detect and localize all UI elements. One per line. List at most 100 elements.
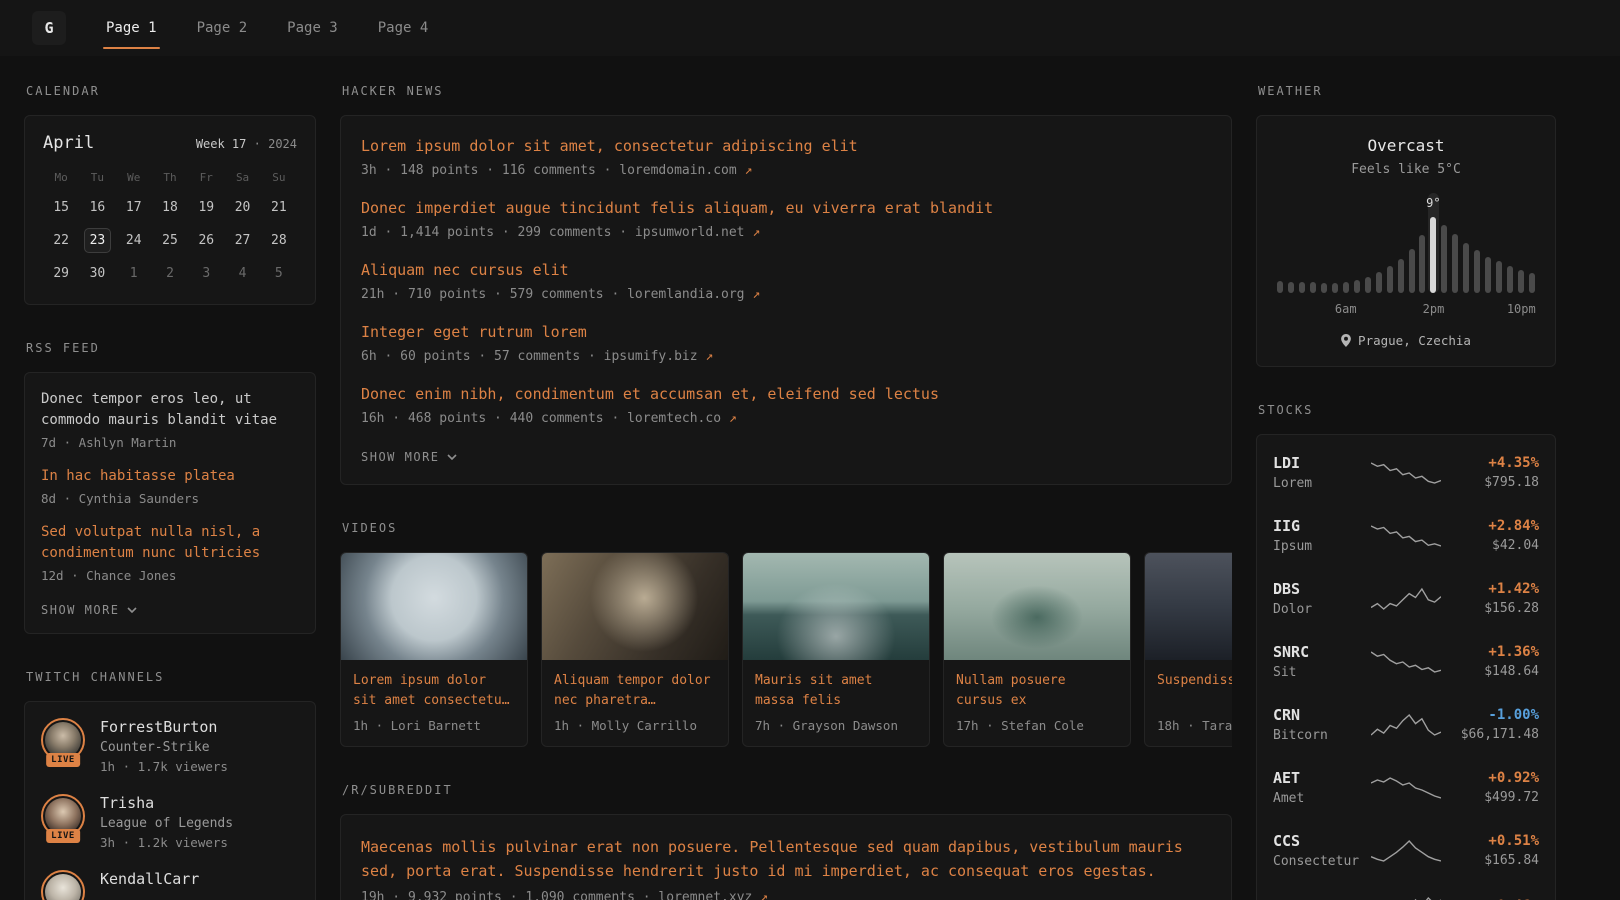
stock-row[interactable]: AHS +0.46% bbox=[1273, 882, 1539, 900]
calendar-day: 29 bbox=[48, 261, 75, 286]
calendar-day-header: Tu bbox=[91, 169, 104, 187]
calendar-day: 21 bbox=[265, 195, 292, 220]
stock-sparkline bbox=[1371, 586, 1441, 612]
hn-title-link[interactable]: Lorem ipsum dolor sit amet, consectetur … bbox=[361, 136, 1211, 157]
weather-condition: Overcast bbox=[1275, 136, 1537, 155]
weather-bar-column: 9° bbox=[1428, 193, 1439, 293]
video-card[interactable]: Lorem ipsum dolor sit amet consectetu… 1… bbox=[340, 552, 528, 747]
rss-item-link[interactable]: In hac habitasse platea bbox=[41, 466, 299, 487]
hn-title-link[interactable]: Integer eget rutrum lorem bbox=[361, 322, 1211, 343]
hn-title-link[interactable]: Donec enim nibh, condimentum et accumsan… bbox=[361, 384, 1211, 405]
calendar-separator: · bbox=[254, 137, 261, 151]
stocks-widget: STOCKS LDI Lorem +4.35% $795.18 IIG bbox=[1256, 403, 1556, 900]
video-meta: 17h · Stefan Cole bbox=[956, 718, 1118, 733]
stock-id: IIG Ipsum bbox=[1273, 517, 1371, 554]
calendar-day: 24 bbox=[120, 228, 147, 253]
page-tabs: Page 1 Page 2 Page 3 Page 4 bbox=[106, 20, 428, 36]
stock-row[interactable]: CCS Consectetur +0.51% $165.84 bbox=[1273, 819, 1539, 882]
tab-page-3[interactable]: Page 3 bbox=[287, 20, 338, 36]
stock-row[interactable]: DBS Dolor +1.42% $156.28 bbox=[1273, 567, 1539, 630]
twitch-channel-name[interactable]: Trisha bbox=[100, 794, 233, 812]
calendar-month: April bbox=[43, 133, 94, 153]
stock-values: +1.42% $156.28 bbox=[1441, 581, 1539, 616]
stock-row[interactable]: IIG Ipsum +2.84% $42.04 bbox=[1273, 504, 1539, 567]
rss-item-meta: 12d · Chance Jones bbox=[41, 568, 299, 583]
weather-temp-bar bbox=[1430, 217, 1436, 293]
weather-temp-bar bbox=[1376, 272, 1382, 293]
calendar-day: 20 bbox=[229, 195, 256, 220]
video-meta: 1h · Molly Carrillo bbox=[554, 718, 716, 733]
calendar-day: 16 bbox=[84, 195, 111, 220]
weather-temp-bar bbox=[1409, 249, 1415, 293]
twitch-channel[interactable]: LIVE ForrestBurton Counter-Strike 1h · 1… bbox=[41, 718, 299, 774]
stock-change: +0.51% bbox=[1441, 833, 1539, 849]
weather-temp-bar bbox=[1310, 282, 1316, 293]
hn-show-more-button[interactable]: SHOW MORE bbox=[361, 446, 457, 464]
hn-item: Donec enim nibh, condimentum et accumsan… bbox=[361, 384, 1211, 426]
rss-item: Donec tempor eros leo, ut commodo mauris… bbox=[41, 389, 299, 450]
calendar-section-title: CALENDAR bbox=[26, 84, 316, 98]
stock-row[interactable]: SNRC Sit +1.36% $148.64 bbox=[1273, 630, 1539, 693]
stock-change: +2.84% bbox=[1441, 518, 1539, 534]
stock-row[interactable]: LDI Lorem +4.35% $795.18 bbox=[1273, 441, 1539, 504]
tab-page-2[interactable]: Page 2 bbox=[197, 20, 248, 36]
video-title-link[interactable]: Nullam posuere cursus ex bbox=[956, 671, 1118, 711]
hackernews-section-title: HACKER NEWS bbox=[342, 84, 1232, 98]
time-label: 6am bbox=[1335, 302, 1357, 316]
video-thumbnail[interactable] bbox=[542, 553, 728, 660]
twitch-channel[interactable]: LIVE Trisha League of Legends 3h · 1.2k … bbox=[41, 794, 299, 850]
hn-item: Integer eget rutrum lorem 6h · 60 points… bbox=[361, 322, 1211, 364]
twitch-game: League of Legends bbox=[100, 816, 233, 831]
weather-temp-bar bbox=[1321, 283, 1327, 293]
external-link-icon: ↗ bbox=[760, 890, 768, 900]
weather-temp-bar bbox=[1398, 259, 1404, 293]
tab-page-1[interactable]: Page 1 bbox=[106, 20, 157, 36]
weather-temp-bar bbox=[1463, 243, 1469, 293]
stock-name: Lorem bbox=[1273, 476, 1371, 491]
hn-meta-text: 1d · 1,414 points · 299 comments · ipsum… bbox=[361, 225, 745, 240]
twitch-channel[interactable]: LIVE KendallCarr bbox=[41, 870, 299, 900]
video-card[interactable]: Suspendisse diam 18h · Tara bbox=[1144, 552, 1232, 747]
video-thumbnail[interactable] bbox=[341, 553, 527, 660]
weather-bar-column bbox=[1297, 193, 1308, 293]
weather-temp-bar bbox=[1343, 282, 1349, 293]
video-title-link[interactable]: Suspendisse diam bbox=[1157, 671, 1232, 711]
weather-bar-column bbox=[1362, 193, 1373, 293]
twitch-channel-name[interactable]: ForrestBurton bbox=[100, 718, 228, 736]
rss-item-link[interactable]: Donec tempor eros leo, ut commodo mauris… bbox=[41, 389, 299, 431]
video-title-link[interactable]: Mauris sit amet massa felis bbox=[755, 671, 917, 711]
tab-page-4[interactable]: Page 4 bbox=[378, 20, 429, 36]
stock-row[interactable]: CRN Bitcorn -1.00% $66,171.48 bbox=[1273, 693, 1539, 756]
hn-title-link[interactable]: Donec imperdiet augue tincidunt felis al… bbox=[361, 198, 1211, 219]
dashboard-layout: CALENDAR April Week 17 · 2024 MoTuWeThFr… bbox=[0, 56, 1620, 900]
external-link-icon: ↗ bbox=[752, 287, 760, 302]
logo[interactable]: G bbox=[32, 11, 66, 45]
stock-change: +4.35% bbox=[1441, 455, 1539, 471]
rss-show-more-button[interactable]: SHOW MORE bbox=[41, 599, 137, 617]
stock-row[interactable]: AET Amet +0.92% $499.72 bbox=[1273, 756, 1539, 819]
video-thumbnail[interactable] bbox=[944, 553, 1130, 660]
stock-ticker: AET bbox=[1273, 769, 1371, 787]
twitch-channel-name[interactable]: KendallCarr bbox=[100, 870, 199, 888]
video-card[interactable]: Mauris sit amet massa felis 7h · Grayson… bbox=[742, 552, 930, 747]
stock-sparkline bbox=[1371, 838, 1441, 864]
weather-bar-column bbox=[1526, 193, 1537, 293]
video-card[interactable]: Nullam posuere cursus ex 17h · Stefan Co… bbox=[943, 552, 1131, 747]
hn-meta-text: 16h · 468 points · 440 comments · loremt… bbox=[361, 411, 721, 426]
reddit-post-link[interactable]: Maecenas mollis pulvinar erat non posuer… bbox=[361, 835, 1211, 883]
hn-item-meta: 21h · 710 points · 579 comments · loreml… bbox=[361, 287, 1211, 302]
hn-item: Aliquam nec cursus elit 21h · 710 points… bbox=[361, 260, 1211, 302]
hn-item-meta: 16h · 468 points · 440 comments · loremt… bbox=[361, 411, 1211, 426]
twitch-section-title: TWITCH CHANNELS bbox=[26, 670, 316, 684]
external-link-icon: ↗ bbox=[729, 411, 737, 426]
stock-ticker: IIG bbox=[1273, 517, 1371, 535]
video-card[interactable]: Aliquam tempor dolor nec pharetra… 1h · … bbox=[541, 552, 729, 747]
video-title-link[interactable]: Aliquam tempor dolor nec pharetra… bbox=[554, 671, 716, 711]
rss-item-link[interactable]: Sed volutpat nulla nisl, a condimentum n… bbox=[41, 522, 299, 564]
calendar-day: 27 bbox=[229, 228, 256, 253]
chevron-down-icon bbox=[447, 454, 457, 460]
hn-title-link[interactable]: Aliquam nec cursus elit bbox=[361, 260, 1211, 281]
video-thumbnail[interactable] bbox=[1145, 553, 1232, 660]
video-title-link[interactable]: Lorem ipsum dolor sit amet consectetu… bbox=[353, 671, 515, 711]
video-thumbnail[interactable] bbox=[743, 553, 929, 660]
